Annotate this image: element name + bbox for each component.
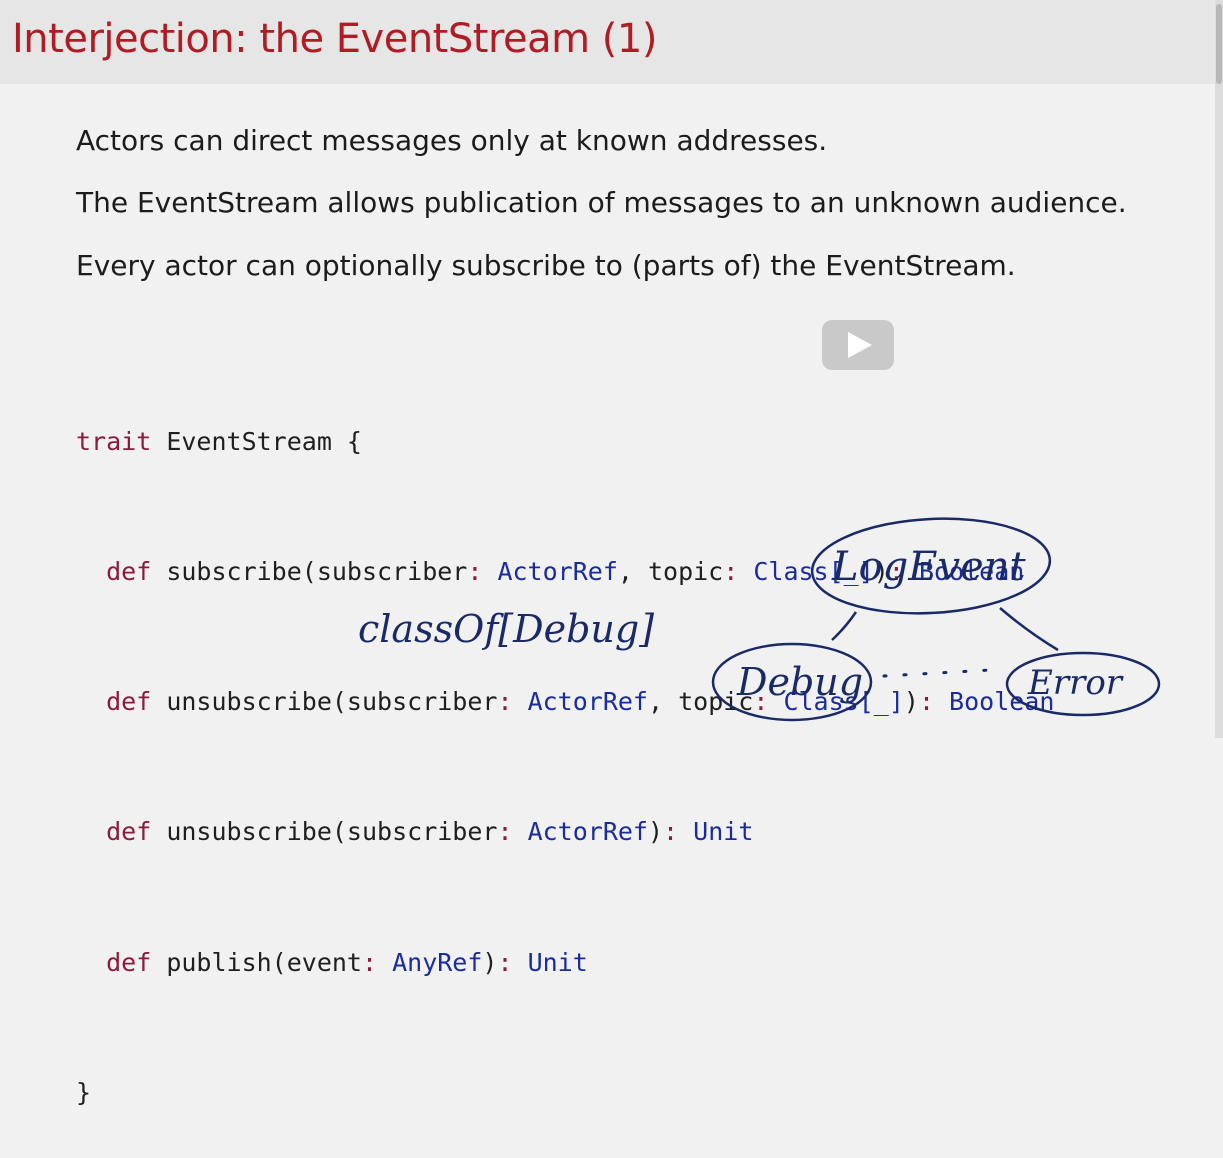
code-type: Unit — [512, 947, 588, 977]
code-text: unsubscribe(subscriber — [151, 817, 498, 847]
code-type: Unit — [678, 817, 754, 847]
code-type: ActorRef — [512, 817, 648, 847]
code-type: AnyRef — [377, 947, 483, 977]
log-event-label: LogEvent — [831, 544, 1026, 590]
code-colon: : — [497, 817, 513, 847]
code-colon: : — [497, 947, 513, 977]
log-to-error-edge — [999, 607, 1059, 652]
log-to-debug-edge — [831, 611, 858, 641]
code-line: } — [76, 1071, 1054, 1114]
code-text: publish(event — [151, 947, 362, 977]
classof-debug-annotation: classOf[Debug] — [358, 607, 654, 651]
code-line: def unsubscribe(subscriber: ActorRef): U… — [76, 810, 1054, 853]
code-keyword: def — [106, 947, 152, 977]
code-line: def publish(event: AnyRef): Unit — [76, 941, 1054, 984]
code-colon: : — [361, 947, 378, 977]
error-label: Error — [1027, 663, 1124, 703]
code-text: } — [76, 1077, 92, 1107]
debug-label: Debug — [736, 660, 863, 704]
code-text: ) — [647, 817, 664, 847]
code-keyword: def — [106, 817, 152, 847]
code-colon: : — [663, 817, 679, 847]
code-text: ) — [482, 947, 498, 977]
handwritten-annotations: classOf[Debug] LogEvent Debug Error — [358, 517, 1161, 722]
debug-error-dotted-link — [882, 668, 992, 678]
